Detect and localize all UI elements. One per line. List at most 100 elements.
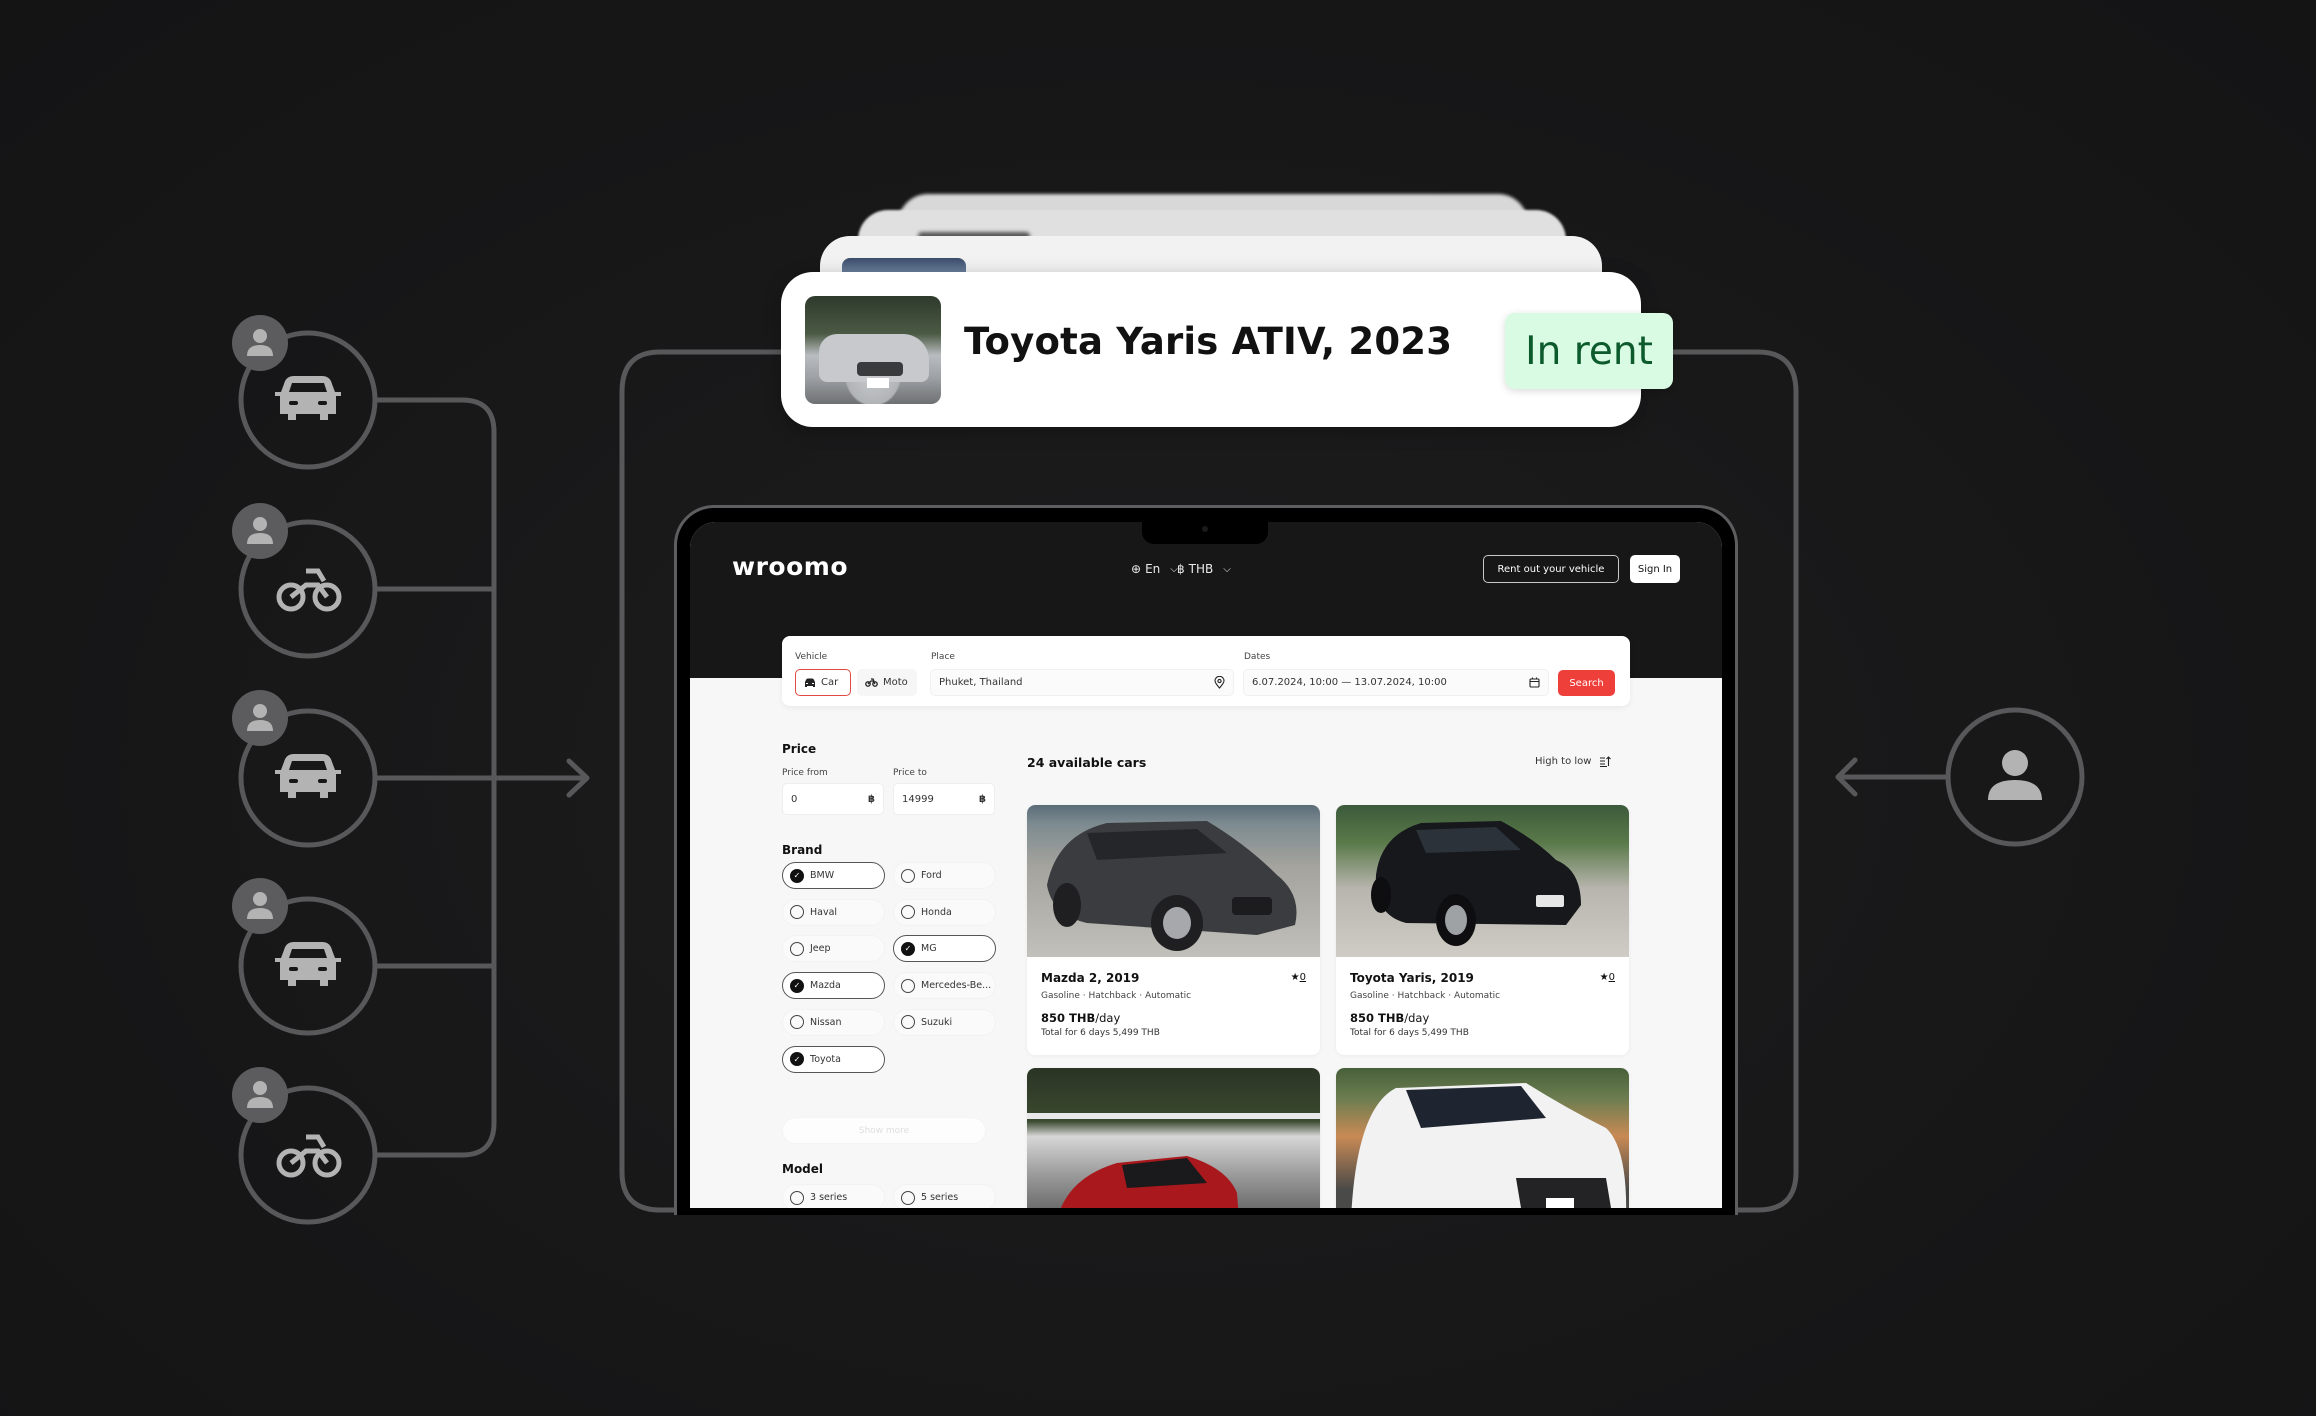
brand-checkbox[interactable]: ✓ MG bbox=[893, 935, 996, 963]
brand-label: Mercedes-Be... bbox=[921, 980, 992, 992]
currency-label: THB bbox=[1188, 562, 1214, 576]
price-unit: /day bbox=[1095, 1011, 1121, 1025]
price-value: 850 THB bbox=[1041, 1011, 1096, 1025]
price-to-value: 14999 bbox=[902, 793, 934, 805]
sort-icon bbox=[1600, 756, 1612, 767]
car-photo bbox=[1027, 805, 1320, 957]
radio-icon bbox=[790, 1015, 804, 1030]
car-rating[interactable]: ★0 bbox=[1600, 972, 1615, 983]
user-icon bbox=[1988, 750, 2042, 800]
price-value: 850 THB bbox=[1350, 1011, 1405, 1025]
place-label: Place bbox=[931, 652, 955, 662]
price-from-label: Price from bbox=[782, 768, 828, 778]
car-total: Total for 6 days 5,499 THB bbox=[1350, 1028, 1469, 1038]
language-label: En bbox=[1145, 562, 1161, 576]
car-photo bbox=[1336, 805, 1629, 957]
show-more-button[interactable]: Show more bbox=[782, 1117, 986, 1144]
sort-selector[interactable]: High to low bbox=[1535, 756, 1612, 767]
model-label: 3 series bbox=[810, 1192, 848, 1203]
model-checkbox[interactable]: 5 series bbox=[893, 1184, 996, 1208]
brand-label: Suzuki bbox=[921, 1016, 953, 1028]
rent-out-vehicle-button[interactable]: Rent out your vehicle bbox=[1483, 555, 1619, 583]
brand-label: MG bbox=[921, 943, 937, 955]
baht-icon: ฿ bbox=[1177, 562, 1185, 576]
rating-value: 0 bbox=[1608, 972, 1615, 983]
sign-in-button[interactable]: Sign In bbox=[1630, 555, 1680, 583]
checkmark-icon: ✓ bbox=[790, 868, 804, 883]
brand-checkbox[interactable]: ✓ Mazda bbox=[782, 972, 885, 1000]
vehicle-moto-toggle[interactable]: Moto bbox=[857, 669, 917, 696]
brand-checkbox[interactable]: ✓ Toyota bbox=[782, 1045, 885, 1073]
brand-title: Brand bbox=[782, 843, 823, 857]
car-photo bbox=[1027, 1068, 1320, 1208]
brand-label: Haval bbox=[810, 906, 838, 918]
star-icon: ★ bbox=[1290, 972, 1300, 983]
car-card[interactable] bbox=[1027, 1068, 1320, 1208]
car-thumbnail bbox=[805, 296, 941, 404]
star-icon: ★ bbox=[1599, 972, 1609, 983]
dates-input[interactable]: 6.07.2024, 10:00 — 13.07.2024, 10:00 bbox=[1243, 669, 1549, 696]
user-icon bbox=[232, 1067, 288, 1123]
brand-checkbox[interactable]: Mercedes-Be... bbox=[893, 972, 996, 1000]
map-pin-icon bbox=[1214, 676, 1225, 689]
dates-label: Dates bbox=[1244, 652, 1271, 662]
car-price: 850 THB/day bbox=[1041, 1011, 1120, 1025]
brand-checkbox[interactable]: Haval bbox=[782, 898, 885, 926]
car-option-label: Car bbox=[821, 677, 839, 688]
language-selector[interactable]: ⊕ En ⌵ bbox=[1131, 562, 1178, 576]
brand-label: Honda bbox=[921, 906, 952, 918]
results-count: 24 available cars bbox=[1027, 755, 1147, 770]
user-icon bbox=[232, 690, 288, 746]
calendar-icon bbox=[1529, 677, 1540, 688]
radio-icon bbox=[901, 1015, 915, 1030]
price-title: Price bbox=[782, 742, 817, 756]
car-card[interactable]: Mazda 2, 2019 ★0 Gasoline · Hatchback · … bbox=[1027, 805, 1320, 1055]
currency-selector[interactable]: ฿ THB ⌵ bbox=[1177, 562, 1231, 576]
globe-icon: ⊕ bbox=[1131, 562, 1142, 576]
radio-icon bbox=[901, 978, 915, 993]
chevron-down-icon: ⌵ bbox=[1223, 563, 1231, 575]
car-title: Toyota Yaris, 2019 bbox=[1350, 971, 1474, 985]
brand-label: Mazda bbox=[810, 980, 841, 992]
radio-icon bbox=[790, 941, 804, 956]
brand-label: Toyota bbox=[810, 1053, 841, 1065]
brand-label: Ford bbox=[921, 870, 942, 881]
brand-checkbox[interactable]: Nissan bbox=[782, 1008, 885, 1036]
price-unit: /day bbox=[1404, 1011, 1430, 1025]
sort-label: High to low bbox=[1535, 756, 1592, 767]
radio-icon bbox=[901, 905, 915, 920]
brand-checkbox[interactable]: Suzuki bbox=[893, 1008, 996, 1036]
brand-label: Nissan bbox=[810, 1016, 842, 1028]
car-rating[interactable]: ★0 bbox=[1291, 972, 1306, 983]
car-total: Total for 6 days 5,499 THB bbox=[1041, 1028, 1160, 1038]
radio-icon bbox=[901, 1190, 915, 1205]
user-icon bbox=[232, 315, 288, 371]
brand-checkbox[interactable]: Honda bbox=[893, 898, 996, 926]
logo[interactable]: wroomo bbox=[732, 552, 848, 581]
dates-value: 6.07.2024, 10:00 — 13.07.2024, 10:00 bbox=[1252, 677, 1447, 688]
price-from-input[interactable]: 0 ฿ bbox=[782, 783, 884, 815]
radio-icon bbox=[790, 1190, 804, 1205]
car-card[interactable]: Toyota Yaris, 2019 ★0 Gasoline · Hatchba… bbox=[1336, 805, 1629, 1055]
camera-notch bbox=[1142, 520, 1268, 544]
model-label: 5 series bbox=[921, 1192, 959, 1203]
motorcycle-icon bbox=[865, 678, 878, 687]
car-photo bbox=[1336, 1068, 1629, 1208]
car-icon bbox=[275, 942, 341, 986]
brand-checkbox[interactable]: Ford bbox=[893, 862, 996, 889]
model-checkbox[interactable]: 3 series bbox=[782, 1184, 885, 1208]
price-to-input[interactable]: 14999 ฿ bbox=[893, 783, 995, 815]
status-badge: In rent bbox=[1505, 313, 1673, 389]
baht-icon: ฿ bbox=[868, 793, 875, 805]
car-card[interactable] bbox=[1336, 1068, 1629, 1208]
price-to-label: Price to bbox=[893, 768, 927, 778]
checkmark-icon: ✓ bbox=[790, 978, 804, 993]
place-input[interactable]: Phuket, Thailand bbox=[930, 669, 1234, 696]
brand-checkbox[interactable]: Jeep bbox=[782, 935, 885, 963]
vehicle-car-toggle[interactable]: Car bbox=[795, 669, 851, 696]
car-icon bbox=[275, 376, 341, 420]
car-icon bbox=[805, 678, 815, 687]
renter-circle bbox=[1945, 707, 2085, 847]
brand-checkbox[interactable]: ✓ BMW bbox=[782, 862, 885, 889]
search-button[interactable]: Search bbox=[1558, 670, 1615, 696]
